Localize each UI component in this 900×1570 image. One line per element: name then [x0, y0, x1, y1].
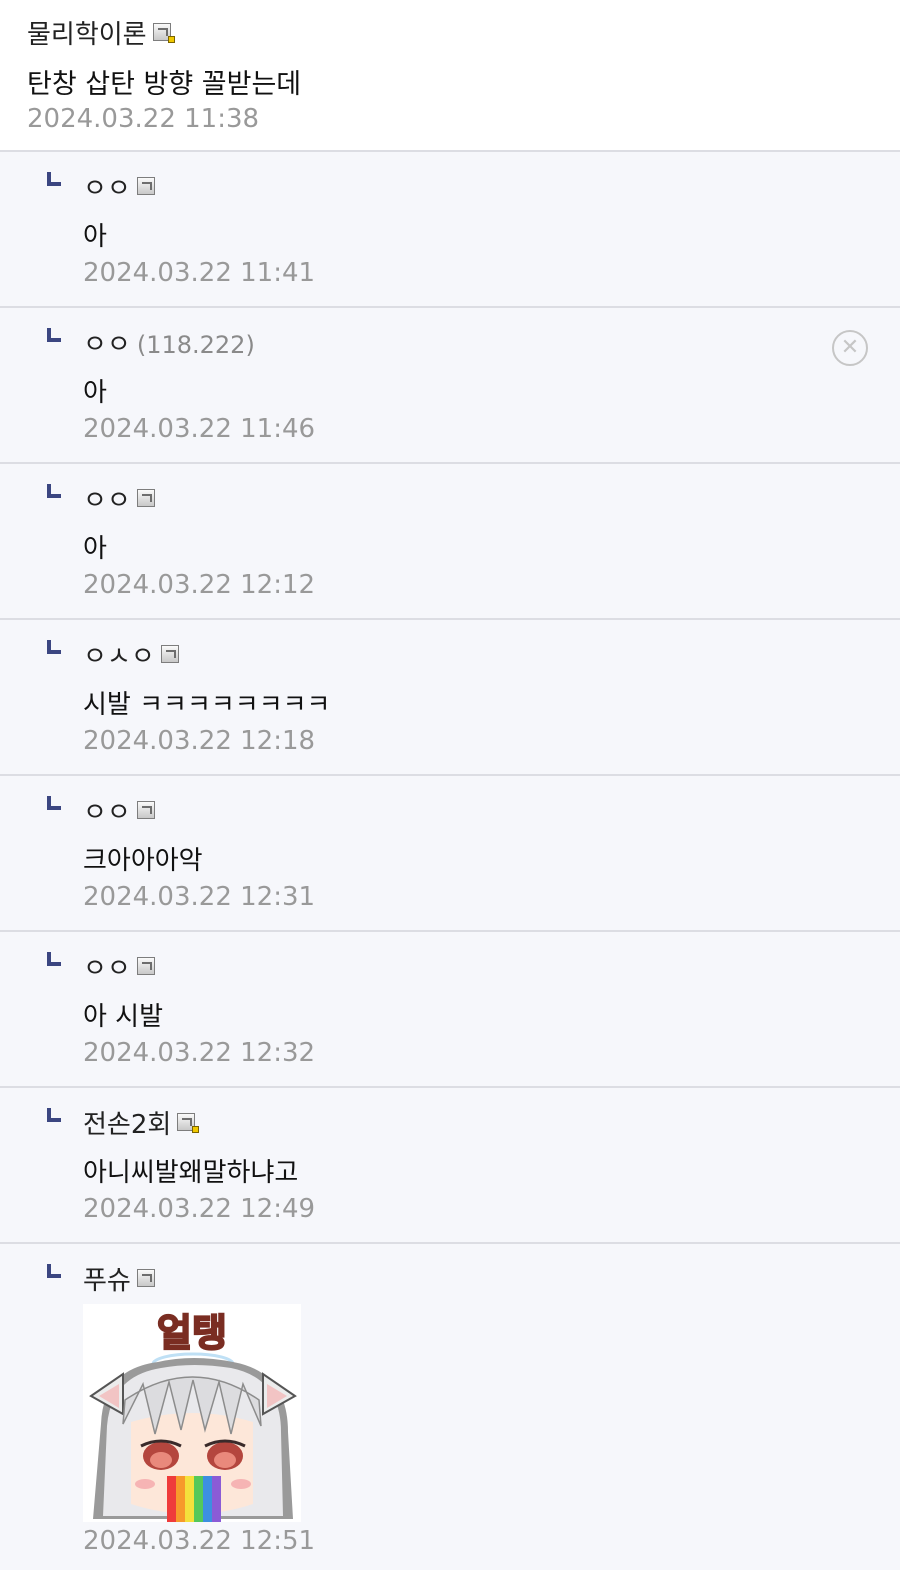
- reply-item: ㅇㅇ 아 시발 2024.03.22 12:32: [0, 932, 900, 1088]
- reply-ip: (118.222): [136, 331, 255, 359]
- reply-time: 2024.03.22 11:41: [83, 258, 316, 288]
- fixed-nick-badge-icon: [136, 488, 159, 509]
- dccon-sticker-image[interactable]: 얼탱: [83, 1304, 301, 1522]
- reply-time: 2024.03.22 12:18: [83, 726, 316, 756]
- reply-author[interactable]: ㅇㅇ (118.222): [83, 324, 255, 361]
- reply-time: 2024.03.22 12:12: [83, 570, 316, 600]
- comment-author[interactable]: 물리학이론: [27, 14, 175, 51]
- reply-author[interactable]: 전손2회: [83, 1104, 200, 1141]
- reply-author[interactable]: ㅇㅇ: [83, 948, 159, 985]
- fixed-nick-badge-icon: [136, 956, 159, 977]
- reply-author[interactable]: ㅇㅅㅇ: [83, 636, 183, 673]
- reply-text: 아: [83, 222, 107, 252]
- reply-time: 2024.03.22 12:32: [83, 1038, 316, 1068]
- comment-time: 2024.03.22 11:38: [27, 104, 260, 134]
- reply-time: 2024.03.22 12:31: [83, 882, 316, 912]
- reply-item: 푸슈 얼탱 2024.03.22 12:51: [0, 1244, 900, 1570]
- close-circle-icon[interactable]: ✕: [841, 335, 859, 360]
- reply-arrow-icon: [47, 952, 61, 966]
- reply-time: 2024.03.22 12:49: [83, 1194, 316, 1224]
- reply-text: 아: [83, 378, 107, 408]
- fixed-nick-badge-icon: [136, 800, 159, 821]
- reply-text: 크아아아악: [83, 846, 203, 876]
- reply-author[interactable]: 푸슈: [83, 1260, 159, 1297]
- reply-author[interactable]: ㅇㅇ: [83, 792, 159, 829]
- reply-text: 아 시발: [83, 1002, 164, 1032]
- reply-arrow-icon: [47, 484, 61, 498]
- fixed-nick-badge-icon: [177, 1112, 200, 1133]
- main-comment: 물리학이론 탄창 삽탄 방향 꼴받는데 2024.03.22 11:38: [0, 0, 900, 152]
- delete-reply-button[interactable]: ✕: [832, 330, 868, 366]
- reply-author[interactable]: ㅇㅇ: [83, 168, 159, 205]
- reply-time: 2024.03.22 12:51: [83, 1526, 316, 1556]
- reply-arrow-icon: [47, 328, 61, 342]
- dccon-text: 얼탱: [157, 1311, 227, 1355]
- reply-arrow-icon: [47, 796, 61, 810]
- reply-item: ㅇㅇ 아 2024.03.22 12:12: [0, 464, 900, 620]
- reply-arrow-icon: [47, 1108, 61, 1122]
- reply-item: ㅇㅇ 아 2024.03.22 11:41: [0, 152, 900, 308]
- reply-text: 시발 ㅋㅋㅋㅋㅋㅋㅋㅋ: [83, 690, 331, 720]
- fixed-nick-badge-icon: [136, 176, 159, 197]
- comment-text: 탄창 삽탄 방향 꼴받는데: [27, 69, 302, 100]
- reply-arrow-icon: [47, 172, 61, 186]
- fixed-nick-badge-icon: [152, 22, 175, 43]
- reply-text: 아니씨발왜말하냐고: [83, 1158, 299, 1188]
- reply-item: ㅇㅇ 크아아아악 2024.03.22 12:31: [0, 776, 900, 932]
- reply-author[interactable]: ㅇㅇ: [83, 480, 159, 517]
- fixed-nick-badge-icon: [136, 1268, 159, 1289]
- fixed-nick-badge-icon: [160, 644, 183, 665]
- reply-time: 2024.03.22 11:46: [83, 414, 316, 444]
- comment-list: 물리학이론 탄창 삽탄 방향 꼴받는데 2024.03.22 11:38 ㅇㅇ …: [0, 0, 900, 1570]
- reply-item: ㅇㅇ (118.222) ✕ 아 2024.03.22 11:46: [0, 308, 900, 464]
- reply-arrow-icon: [47, 1264, 61, 1278]
- reply-arrow-icon: [47, 640, 61, 654]
- reply-item: ㅇㅅㅇ 시발 ㅋㅋㅋㅋㅋㅋㅋㅋ 2024.03.22 12:18: [0, 620, 900, 776]
- reply-item: 전손2회 아니씨발왜말하냐고 2024.03.22 12:49: [0, 1088, 900, 1244]
- reply-text: 아: [83, 534, 107, 564]
